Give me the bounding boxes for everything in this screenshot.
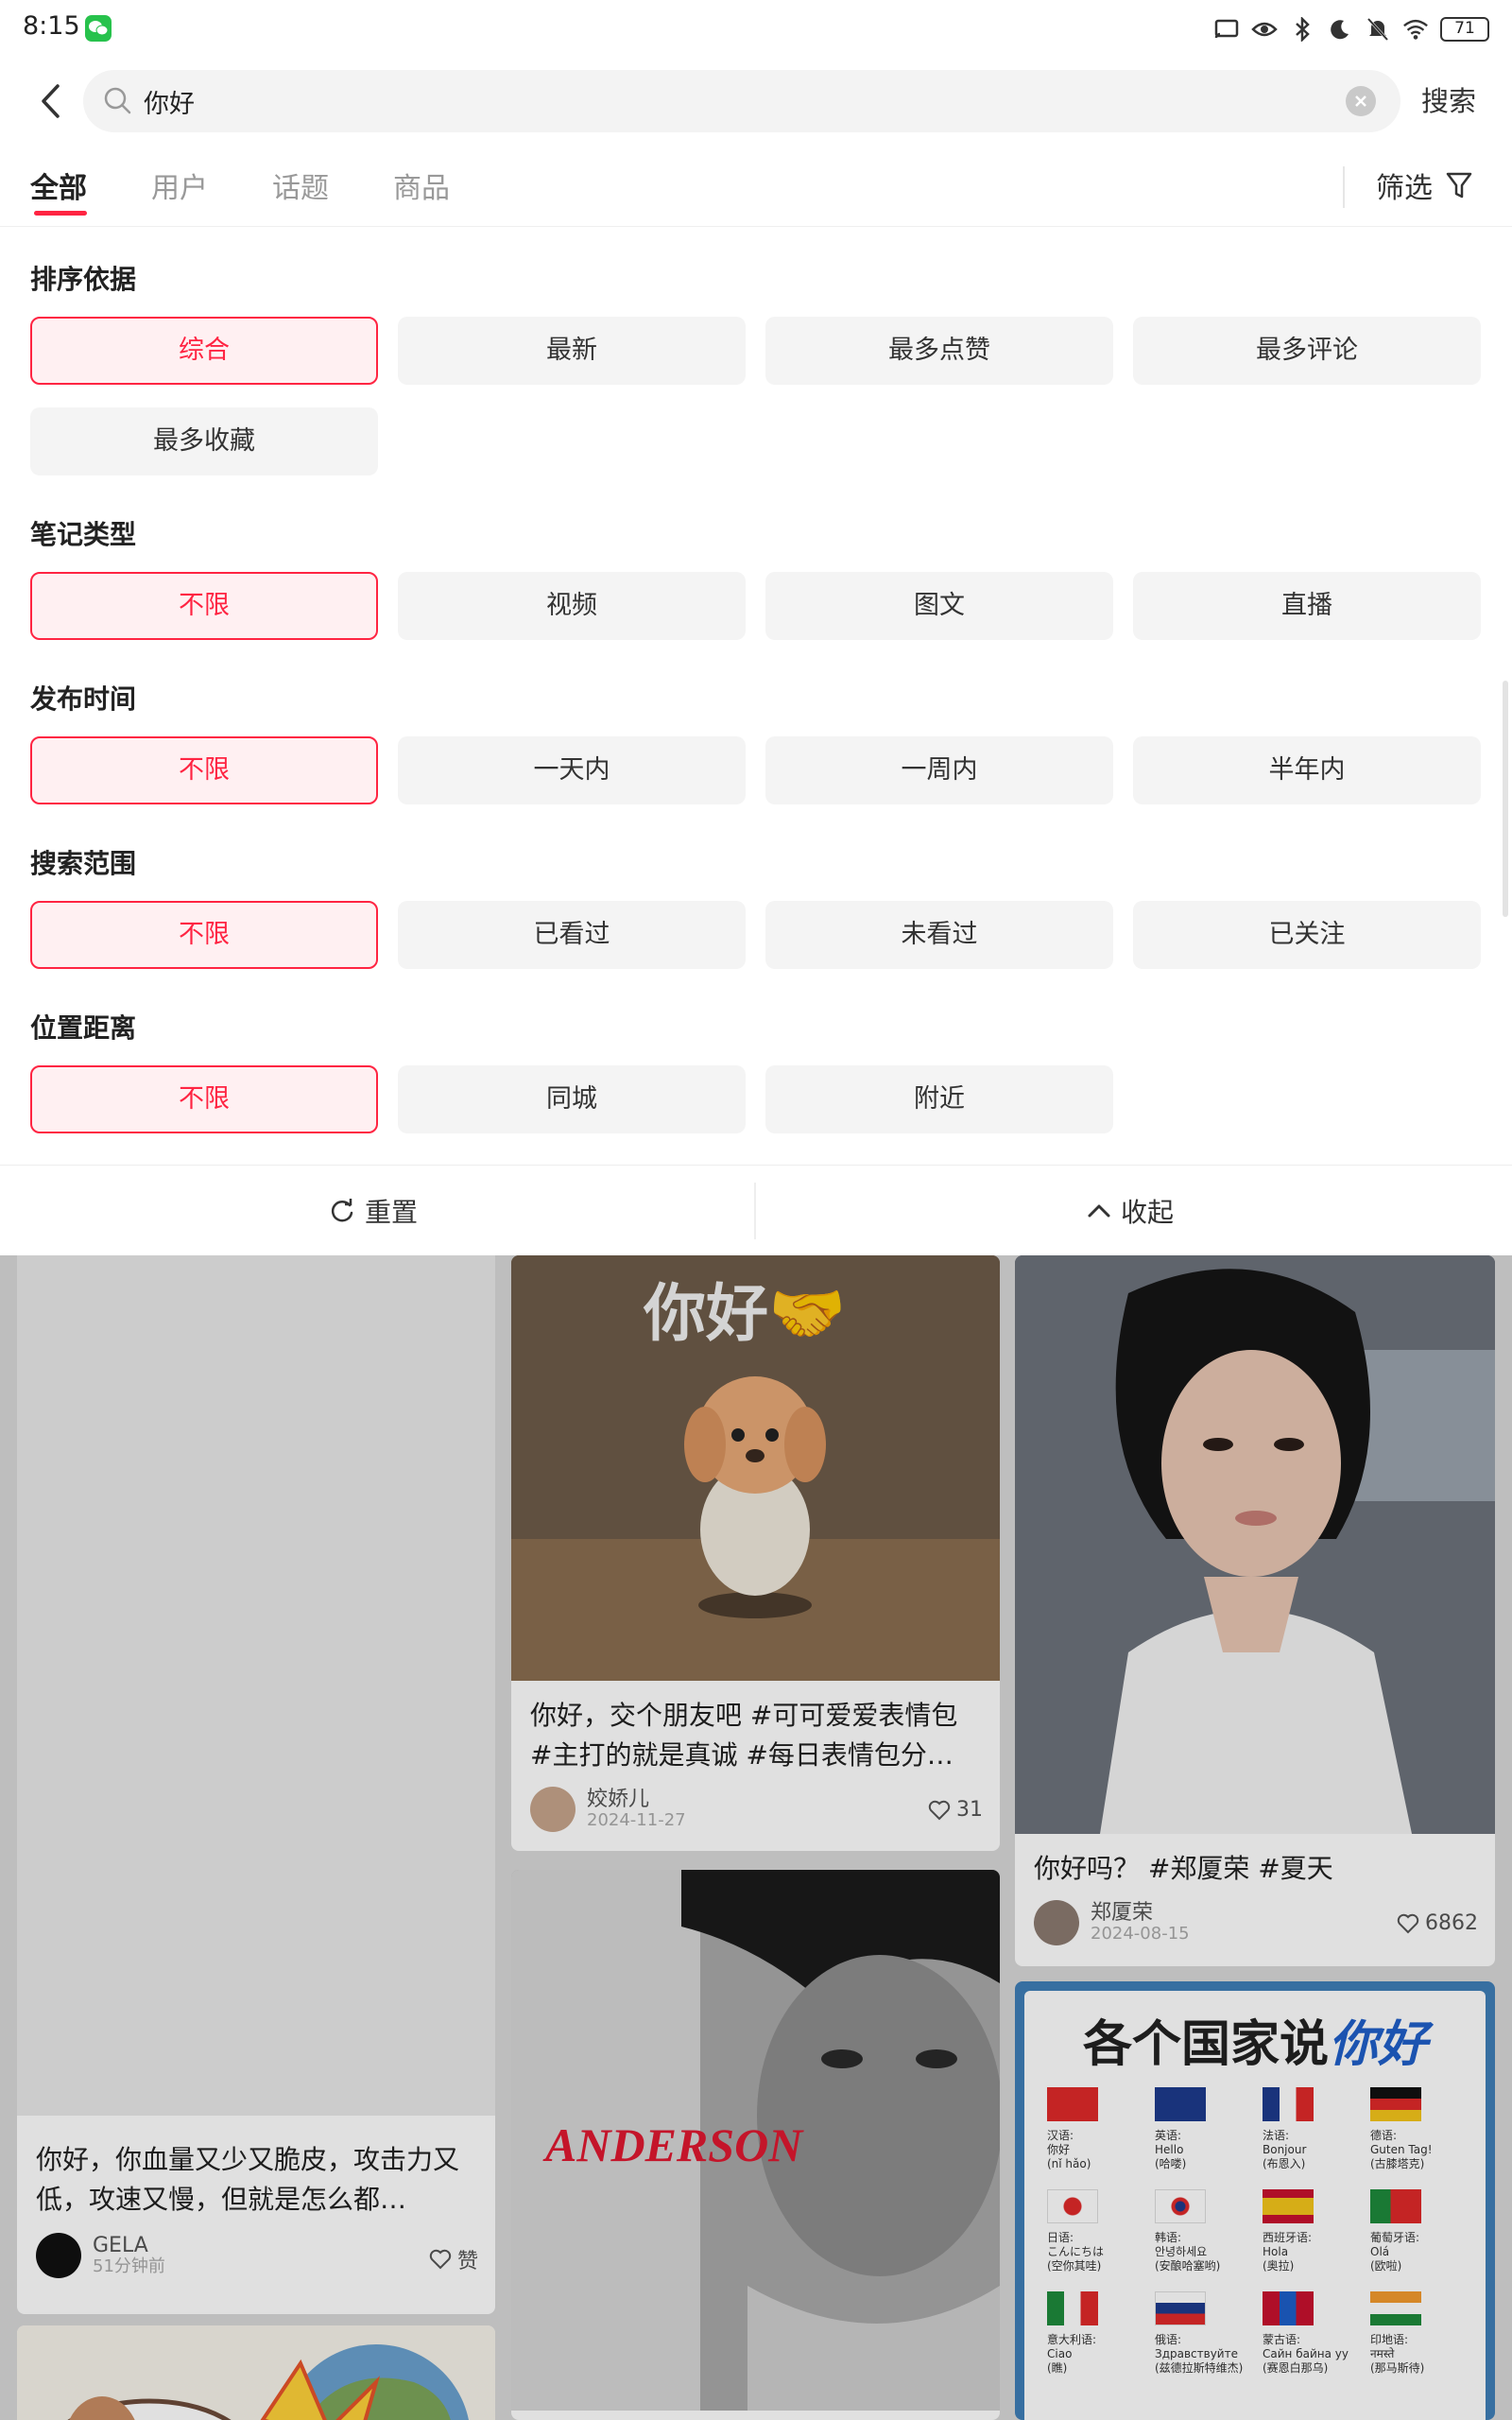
- search-button[interactable]: 搜索: [1421, 79, 1476, 119]
- status-icons: 71: [1213, 13, 1489, 45]
- option-distance-nearby[interactable]: 附近: [765, 1065, 1113, 1133]
- dim-overlay[interactable]: [0, 1255, 1512, 2420]
- option-sort-latest[interactable]: 最新: [398, 317, 746, 385]
- bluetooth-icon: [1289, 16, 1315, 43]
- section-title-scope: 搜索范围: [30, 848, 137, 879]
- scrollbar[interactable]: [1503, 681, 1508, 917]
- section-title-sort: 排序依据: [30, 264, 137, 295]
- option-type-video[interactable]: 视频: [398, 572, 746, 640]
- option-type-live[interactable]: 直播: [1133, 572, 1481, 640]
- filter-label: 筛选: [1376, 172, 1433, 205]
- refresh-icon: [331, 1199, 353, 1222]
- status-time: 8:15: [23, 11, 80, 41]
- filter-panel: 排序依据 综合 最新 最多点赞 最多评论 最多收藏 笔记类型 不限 视频 图文 …: [0, 227, 1512, 1163]
- option-sort-most-likes[interactable]: 最多点赞: [765, 317, 1113, 385]
- option-time-any[interactable]: 不限: [30, 736, 378, 804]
- option-time-half-year[interactable]: 半年内: [1133, 736, 1481, 804]
- battery-icon: 71: [1440, 17, 1489, 42]
- option-time-day[interactable]: 一天内: [398, 736, 746, 804]
- wifi-icon: [1402, 16, 1429, 43]
- option-distance-any[interactable]: 不限: [30, 1065, 378, 1133]
- collapse-button[interactable]: 收起: [1087, 1166, 1174, 1256]
- option-distance-same-city[interactable]: 同城: [398, 1065, 746, 1133]
- option-type-any[interactable]: 不限: [30, 572, 378, 640]
- search-box[interactable]: [83, 70, 1400, 132]
- tab-products[interactable]: 商品: [393, 164, 450, 206]
- tab-topics[interactable]: 话题: [272, 164, 329, 206]
- results-feed: 你好，你血量又少又脆皮，攻击力又低，攻速又慢，但就是怎么都… GELA 51分钟…: [0, 1255, 1512, 2420]
- option-sort-most-comments[interactable]: 最多评论: [1133, 317, 1481, 385]
- search-icon: [102, 85, 134, 121]
- action-divider: [754, 1183, 756, 1239]
- mute-bell-icon: [1365, 16, 1391, 43]
- option-scope-seen[interactable]: 已看过: [398, 901, 746, 969]
- result-tabs: 全部 用户 话题 商品 筛选: [0, 155, 1512, 227]
- eye-icon: [1251, 16, 1278, 43]
- chevron-left-icon: [42, 84, 60, 118]
- reset-label: 重置: [365, 1197, 419, 1228]
- option-sort-most-collected[interactable]: 最多收藏: [30, 407, 378, 475]
- status-bar: 8:15 71: [0, 0, 1512, 60]
- tab-divider: [1343, 166, 1345, 208]
- close-icon: [1355, 95, 1366, 107]
- option-scope-unseen[interactable]: 未看过: [765, 901, 1113, 969]
- funnel-icon: [1446, 172, 1472, 199]
- tab-all[interactable]: 全部: [30, 164, 87, 206]
- clear-search-button[interactable]: [1346, 86, 1376, 116]
- option-time-week[interactable]: 一周内: [765, 736, 1113, 804]
- chevron-up-icon: [1088, 1204, 1110, 1218]
- option-scope-followed[interactable]: 已关注: [1133, 901, 1481, 969]
- tab-users[interactable]: 用户: [151, 164, 208, 206]
- option-sort-comprehensive[interactable]: 综合: [30, 317, 378, 385]
- back-button[interactable]: [26, 78, 74, 125]
- option-scope-any[interactable]: 不限: [30, 901, 378, 969]
- section-title-note-type: 笔记类型: [30, 519, 137, 550]
- section-title-publish-time: 发布时间: [30, 683, 137, 715]
- search-header: 搜索: [0, 60, 1512, 144]
- search-input[interactable]: [144, 79, 1315, 123]
- active-tab-indicator: [34, 211, 87, 216]
- moon-icon: [1327, 16, 1353, 43]
- filter-button[interactable]: 筛选: [1376, 164, 1472, 206]
- option-type-image-text[interactable]: 图文: [765, 572, 1113, 640]
- filter-actions: 重置 收起: [0, 1165, 1512, 1255]
- section-title-distance: 位置距离: [30, 1012, 137, 1044]
- cast-icon: [1213, 16, 1240, 43]
- wechat-icon: [85, 15, 112, 42]
- reset-button[interactable]: 重置: [329, 1166, 418, 1256]
- collapse-label: 收起: [1121, 1197, 1175, 1228]
